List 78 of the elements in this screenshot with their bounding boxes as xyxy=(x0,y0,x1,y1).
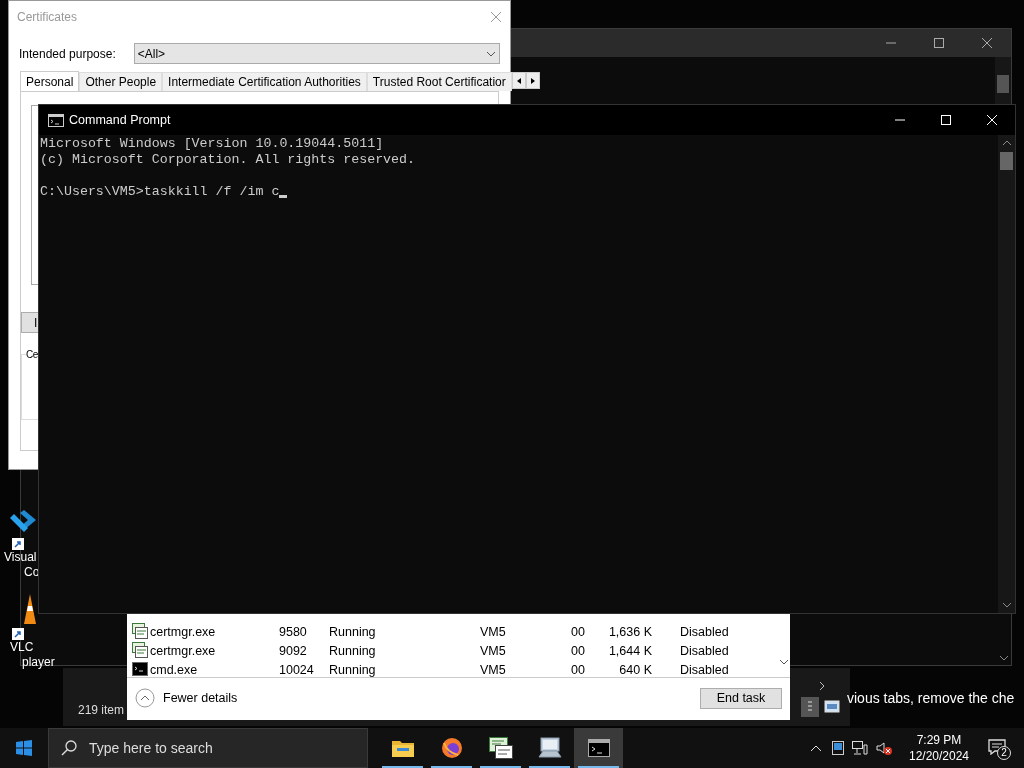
tab[interactable]: Personal xyxy=(20,71,80,92)
icon-label: Visual xyxy=(3,550,37,565)
notification-icon xyxy=(988,739,1006,755)
cpu-usage: 00 xyxy=(571,643,585,660)
tab[interactable]: Other People xyxy=(79,72,163,91)
console-line: Microsoft Windows [Version 10.0.19044.5011] xyxy=(40,136,384,152)
tablet-icon[interactable] xyxy=(832,741,844,755)
details-view-icon[interactable] xyxy=(824,700,840,713)
start-icon[interactable] xyxy=(16,740,32,756)
icon-label: player xyxy=(21,655,55,670)
certificate-icon xyxy=(132,642,148,658)
icon-label: VLC xyxy=(9,640,34,655)
code-editor-icon[interactable] xyxy=(10,510,36,550)
uac-status: Disabled xyxy=(680,662,729,677)
console-line: C:\Users\VM5>taskkill /f /im c xyxy=(40,184,280,200)
uac-status: Disabled xyxy=(680,643,729,660)
user-name: VM5 xyxy=(480,662,506,677)
process-name: certmgr.exe xyxy=(150,643,216,660)
process-status: Running xyxy=(329,643,376,660)
notification-button[interactable]: 2 xyxy=(986,736,1010,760)
process-id: 10024 xyxy=(279,662,314,677)
user-name: VM5 xyxy=(480,624,506,641)
certificate-icon xyxy=(132,623,148,639)
computer-icon xyxy=(537,737,562,759)
scroll-thumb[interactable] xyxy=(1000,152,1013,170)
process-id: 9092 xyxy=(279,643,307,660)
notification-count: 2 xyxy=(997,746,1011,760)
memory-usage: 1,644 K xyxy=(608,643,652,660)
taskbar-app[interactable] xyxy=(574,728,623,768)
chevron-down-icon xyxy=(486,50,496,57)
dialog-title: Certificates xyxy=(17,9,78,26)
certificate-icon xyxy=(488,737,513,759)
scrollbar[interactable] xyxy=(998,135,1015,613)
scroll-thumb[interactable] xyxy=(997,75,1009,93)
close-icon[interactable] xyxy=(981,37,993,49)
clock-date[interactable]: 12/20/2024 xyxy=(908,748,970,764)
tab[interactable]: Intermediate Certification Authorities xyxy=(162,72,367,91)
scroll-down-icon[interactable] xyxy=(1002,602,1012,609)
scroll-up-icon[interactable] xyxy=(1002,139,1012,146)
chevron-up-icon[interactable] xyxy=(810,744,822,752)
collapse-icon[interactable] xyxy=(135,688,155,708)
article-text: vious tabs, remove the che xyxy=(847,689,1015,708)
console-icon xyxy=(48,113,64,127)
network-icon[interactable] xyxy=(852,741,868,755)
purpose-dropdown[interactable]: <All> xyxy=(133,43,500,64)
user-name: VM5 xyxy=(480,643,506,660)
process-status: Running xyxy=(329,662,376,677)
console-icon xyxy=(132,662,148,676)
scroll-down-icon[interactable] xyxy=(779,659,789,666)
memory-usage: 1,636 K xyxy=(608,624,652,641)
uac-status: Disabled xyxy=(680,624,729,641)
scroll-down-icon[interactable] xyxy=(999,655,1009,662)
process-id: 9580 xyxy=(279,624,307,641)
browser-icon xyxy=(440,737,463,759)
maximize-icon[interactable] xyxy=(933,37,945,49)
process-status: Running xyxy=(329,624,376,641)
import-button[interactable]: I xyxy=(21,312,38,333)
console-line: (c) Microsoft Corporation. All rights reserved. xyxy=(40,152,416,168)
console-icon xyxy=(587,739,610,757)
memory-usage: 640 K xyxy=(619,662,652,677)
text-cursor xyxy=(279,195,288,198)
tab[interactable]: Trusted Root Certificatior xyxy=(366,72,512,91)
search-icon xyxy=(61,740,77,756)
scrollbar[interactable] xyxy=(995,57,1011,104)
process-name: certmgr.exe xyxy=(150,624,216,641)
folder-icon xyxy=(391,739,414,757)
cpu-usage: 00 xyxy=(571,624,585,641)
fewer-details-link[interactable]: Fewer details xyxy=(163,688,238,708)
cpu-usage: 00 xyxy=(571,662,585,677)
field-label: Intended purpose: xyxy=(19,45,117,63)
end-task-button[interactable]: End task xyxy=(700,687,782,709)
search-box[interactable]: Type here to search xyxy=(48,728,368,768)
traffic-cone-icon[interactable] xyxy=(10,594,36,640)
clock-time[interactable]: 7:29 PM xyxy=(916,732,962,748)
item-count: 219 item xyxy=(78,702,125,719)
window-title: Command Prompt xyxy=(69,111,171,129)
process-name: cmd.exe xyxy=(150,662,198,677)
muted-speaker-icon[interactable] xyxy=(876,741,892,755)
